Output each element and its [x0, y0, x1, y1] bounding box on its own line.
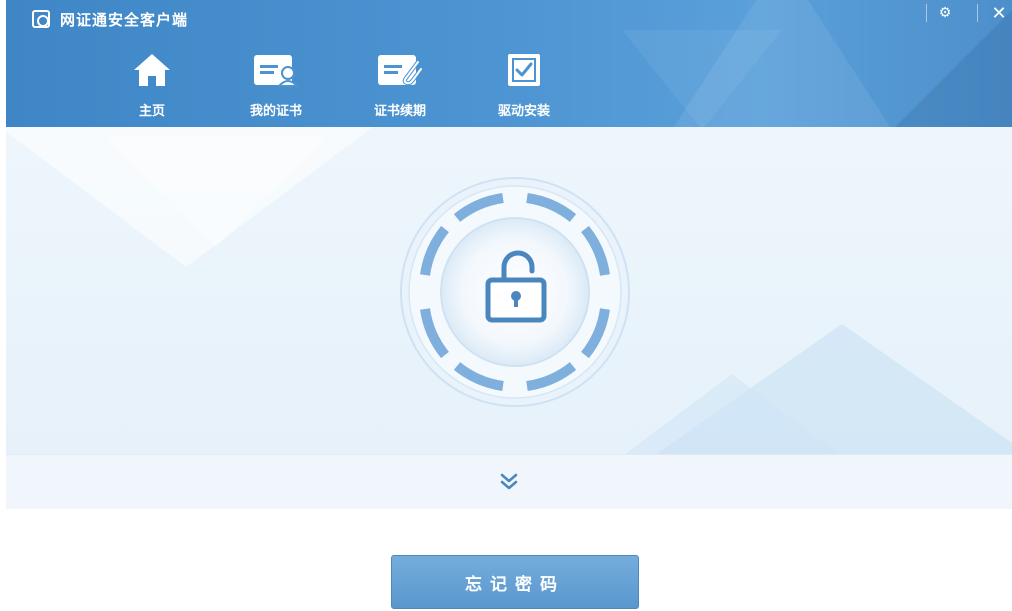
certificate-user-icon — [251, 50, 301, 90]
header-bar: 网证通安全客户端 ⚙ ✕ 主页 我的证书 证书续期 驱动安装 — [6, 0, 1012, 127]
certificate-renew-icon — [375, 50, 425, 90]
nav-item-driver-install[interactable]: 驱动安装 — [464, 50, 584, 120]
app-title: 网证通安全客户端 — [60, 10, 189, 29]
driver-install-icon — [499, 50, 549, 90]
nav-label: 我的证书 — [249, 104, 302, 119]
nav-label: 主页 — [138, 104, 165, 119]
background-decoration — [612, 374, 852, 454]
background-decoration — [106, 137, 326, 247]
header-decoration — [872, 10, 1012, 127]
main-panel — [6, 127, 1012, 454]
gear-icon[interactable]: ⚙ — [937, 5, 953, 21]
title-bar: 网证通安全客户端 — [32, 8, 188, 30]
home-icon — [127, 50, 177, 90]
nav-item-my-certificates[interactable]: 我的证书 — [216, 50, 336, 120]
close-icon[interactable]: ✕ — [988, 2, 1010, 24]
divider — [926, 4, 927, 22]
divider — [977, 4, 978, 22]
app-logo-icon — [32, 10, 50, 28]
lock-status-dial — [390, 177, 640, 407]
double-chevron-down-icon[interactable] — [497, 470, 521, 494]
forgot-password-button[interactable]: 忘记密码 — [391, 555, 639, 609]
expand-strip — [6, 454, 1012, 509]
nav-item-home[interactable]: 主页 — [92, 50, 212, 120]
nav-item-certificate-renewal[interactable]: 证书续期 — [340, 50, 460, 120]
app-window: 网证通安全客户端 ⚙ ✕ 主页 我的证书 证书续期 驱动安装 忘记密码 — [6, 0, 1012, 611]
main-nav: 主页 我的证书 证书续期 驱动安装 — [92, 50, 584, 120]
nav-label: 驱动安装 — [497, 104, 550, 119]
window-controls: ⚙ ✕ — [916, 0, 1012, 26]
header-decoration — [622, 30, 782, 127]
nav-label: 证书续期 — [373, 104, 426, 119]
